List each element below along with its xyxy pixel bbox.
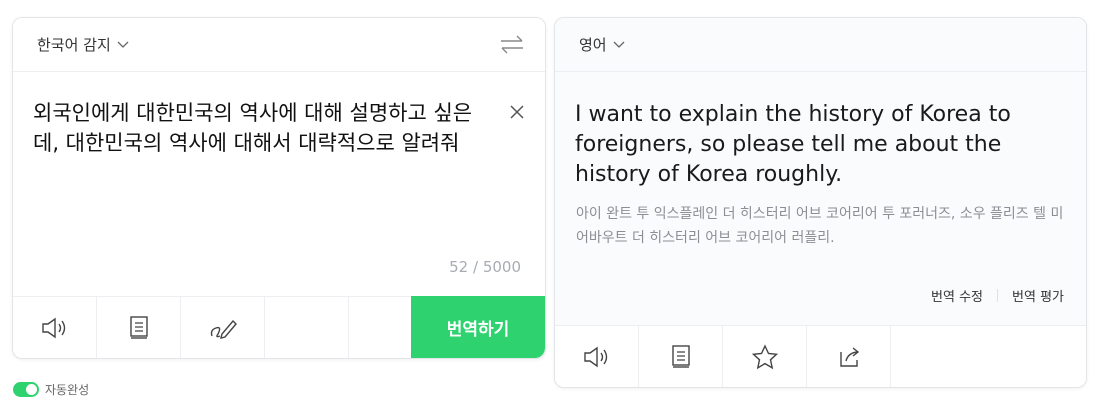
target-panel: 영어 I want to explain the history of Kore… [554, 17, 1087, 388]
speaker-icon [41, 317, 65, 338]
handwrite-icon [210, 319, 237, 339]
copy-source-button[interactable] [97, 297, 181, 358]
chevron-down-icon [117, 41, 129, 48]
autocomplete-setting: 자동완성 [13, 381, 89, 398]
source-header: 한국어 감지 [13, 18, 545, 72]
toolbar-spacer [265, 297, 349, 358]
copy-target-button[interactable] [639, 326, 723, 387]
star-icon [751, 343, 778, 369]
translation-actions: 번역 수정 번역 평가 [931, 286, 1064, 305]
favorite-button[interactable] [723, 326, 807, 387]
target-toolbar [555, 325, 1086, 387]
source-text-input[interactable]: 외국인에게 대한민국의 역사에 대해 설명하고 싶은데, 대한민국의 역사에 대… [33, 98, 483, 158]
listen-source-button[interactable] [13, 297, 97, 358]
source-language-select[interactable]: 한국어 감지 [37, 34, 129, 55]
chevron-down-icon [613, 41, 625, 48]
share-button[interactable] [807, 326, 891, 387]
source-panel: 한국어 감지 외국인에게 대한민국의 역사에 대해 설명하고 싶은데, 대한민국… [12, 17, 546, 359]
edit-translation-link[interactable]: 번역 수정 [931, 286, 983, 305]
target-language-label: 영어 [579, 36, 607, 54]
listen-target-button[interactable] [555, 326, 639, 387]
handwriting-button[interactable] [181, 297, 265, 358]
autocomplete-label: 자동완성 [45, 383, 90, 397]
swap-icon[interactable] [499, 33, 525, 57]
autocomplete-toggle[interactable] [13, 382, 39, 397]
target-header: 영어 [555, 18, 1086, 72]
translated-text: I want to explain the history of Korea t… [575, 102, 1011, 187]
pronunciation-text: 아이 완트 투 익스플레인 더 히스터리 어브 코어리어 투 포러너즈, 소우 … [576, 206, 1064, 246]
source-language-label: 한국어 감지 [37, 36, 111, 54]
rate-translation-link[interactable]: 번역 평가 [1012, 286, 1064, 305]
target-language-select[interactable]: 영어 [579, 34, 625, 55]
speaker-icon [583, 346, 607, 367]
close-icon[interactable] [509, 104, 525, 120]
copy-icon [671, 344, 690, 368]
translate-button[interactable]: 번역하기 [411, 296, 545, 358]
copy-icon [129, 315, 148, 339]
share-icon [839, 346, 859, 367]
character-counter: 52 / 5000 [449, 258, 521, 276]
divider [997, 289, 999, 302]
